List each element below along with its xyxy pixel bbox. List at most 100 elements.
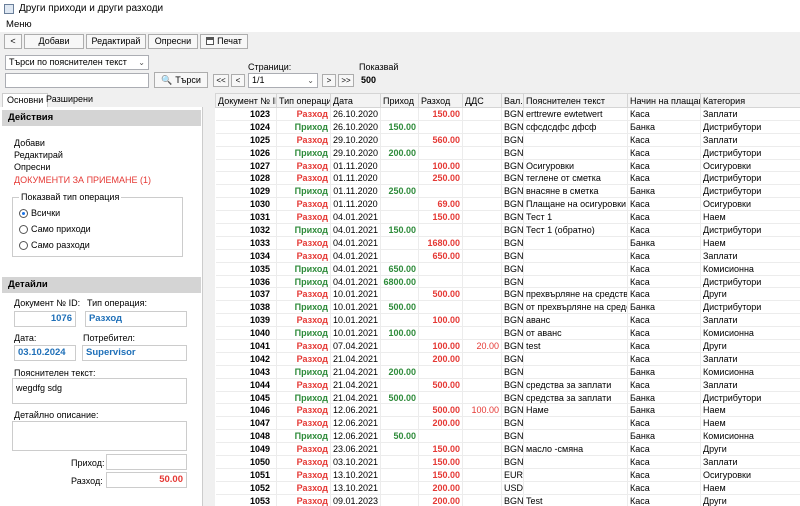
cell-op-type: Разход <box>276 494 331 506</box>
cell-date: 10.01.2021 <box>330 287 381 302</box>
table-row[interactable]: 1032 Приход 04.01.2021 150.00 BGN Тест 1 (обр… <box>215 223 800 237</box>
next-page-button[interactable]: > <box>322 74 336 87</box>
edit-button[interactable]: Редактирай <box>86 33 146 49</box>
menu-item-menu[interactable]: Меню <box>6 19 32 30</box>
action-edit-link[interactable]: Редактирай <box>14 150 63 160</box>
cell-vat <box>462 416 502 431</box>
filter-all-radio[interactable]: Всички <box>19 208 60 218</box>
table-row[interactable]: 1030 Разход 01.11.2020 69.00 BGN Плащане на о… <box>215 197 800 212</box>
table-row[interactable]: 1035 Приход 04.01.2021 650.00 BGN Каса Комисио… <box>215 262 800 276</box>
column-header[interactable]: Документ № ID <box>215 93 277 108</box>
table-row[interactable]: 1044 Разход 21.04.2021 500.00 BGN средства за… <box>215 378 800 392</box>
cell-op-type: Разход <box>276 352 331 366</box>
table-row[interactable]: 1025 Разход 29.10.2020 560.00 BGN Каса Заплати <box>215 133 800 147</box>
prev-page-button[interactable]: < <box>231 74 245 87</box>
cell-note <box>523 249 628 263</box>
table-row[interactable]: 1037 Разход 10.01.2021 500.00 BGN прехвърляне… <box>215 287 800 302</box>
op-type-field[interactable]: Разход <box>85 311 187 327</box>
column-header[interactable]: Вал. <box>501 93 524 108</box>
show-count-value[interactable]: 500 <box>361 75 376 85</box>
cell-currency: BGN <box>501 171 524 186</box>
details-header: Детайли <box>2 277 201 293</box>
documents-pending-link[interactable]: ДОКУМЕНТИ ЗА ПРИЕМАНЕ (1) <box>14 175 151 185</box>
cell-op-type: Разход <box>276 249 331 263</box>
table-row[interactable]: 1043 Приход 21.04.2021 200.00 BGN Банка Комиси… <box>215 365 800 379</box>
tab-extended[interactable]: Разширени <box>42 93 97 107</box>
table-row[interactable]: 1040 Приход 10.01.2021 100.00 BGN от аванс Кас… <box>215 326 800 341</box>
cell-note <box>523 365 628 379</box>
column-header[interactable]: ДДС <box>462 93 502 108</box>
cell-vat <box>462 120 502 134</box>
cell-payment-method: Каса <box>627 146 701 160</box>
expense-field[interactable]: 50.00 <box>106 472 187 488</box>
column-header[interactable]: Начин на плащане <box>627 93 701 108</box>
print-button[interactable]: Печат <box>200 33 248 49</box>
column-header[interactable]: Приход <box>380 93 419 108</box>
cell-payment-method: Банка <box>627 236 701 250</box>
first-page-button[interactable]: << <box>213 74 229 87</box>
action-add-link[interactable]: Добави <box>14 138 45 148</box>
filter-expense-radio[interactable]: Само разходи <box>19 240 90 250</box>
cell-vat <box>462 184 502 199</box>
cell-op-type: Приход <box>276 146 331 160</box>
column-header[interactable]: Разход <box>418 93 463 108</box>
cell-currency: BGN <box>501 313 524 328</box>
cell-income <box>380 352 419 366</box>
table-row[interactable]: 1029 Приход 01.11.2020 250.00 BGN внасяне в с… <box>215 184 800 199</box>
table-row[interactable]: 1031 Разход 04.01.2021 150.00 BGN Тест 1 Каса Н… <box>215 210 800 225</box>
table-row[interactable]: 1041 Разход 07.04.2021 100.00 20.00 BGN test Ка… <box>215 339 800 353</box>
page-select[interactable]: 1/1 ⌄ <box>248 73 318 88</box>
table-row[interactable]: 1039 Разход 10.01.2021 100.00 BGN аванс Каса За… <box>215 313 800 328</box>
table-row[interactable]: 1026 Приход 29.10.2020 200.00 BGN Каса Дистриб… <box>215 146 800 160</box>
doc-id-field[interactable]: 1076 <box>14 311 76 327</box>
table-row[interactable]: 1046 Разход 12.06.2021 500.00 100.00 BGN Наме Б… <box>215 403 800 418</box>
pages-label: Страници: <box>248 62 292 72</box>
table-row[interactable]: 1053 Разход 09.01.2023 200.00 BGN Test Каса Дру… <box>215 494 800 506</box>
income-field[interactable] <box>106 454 187 470</box>
cell-expense: 500.00 <box>418 403 463 418</box>
cell-currency: BGN <box>501 403 524 418</box>
table-row[interactable]: 1024 Приход 26.10.2020 150.00 BGN сфсдсдфс дф… <box>215 120 800 134</box>
table-row[interactable]: 1042 Разход 21.04.2021 200.00 BGN Каса Заплати <box>215 352 800 366</box>
date-field[interactable]: 03.10.2024 <box>14 345 76 361</box>
last-page-button[interactable]: >> <box>338 74 354 87</box>
search-mode-select[interactable]: Търси по пояснителен текст ⌄ <box>5 55 149 70</box>
cell-category: Дистрибутори <box>700 275 800 289</box>
cell-payment-method: Каса <box>627 352 701 366</box>
table-row[interactable]: 1047 Разход 12.06.2021 200.00 BGN Каса Наем <box>215 416 800 431</box>
table-row[interactable]: 1049 Разход 23.06.2021 150.00 BGN масло -смян… <box>215 442 800 457</box>
user-field[interactable]: Supervisor <box>82 345 187 361</box>
column-header[interactable]: Дата <box>330 93 381 108</box>
cell-note: Наме <box>523 403 628 418</box>
column-header[interactable]: Пояснителен текст <box>523 93 628 108</box>
note-field[interactable]: wegdfg sdg <box>12 378 187 404</box>
table-row[interactable]: 1052 Разход 13.10.2021 200.00 USD Каса Наем <box>215 481 800 495</box>
search-input[interactable] <box>5 73 149 88</box>
table-row[interactable]: 1036 Приход 04.01.2021 6800.00 BGN Каса Дистри… <box>215 275 800 289</box>
table-row[interactable]: 1051 Разход 13.10.2021 150.00 EUR Каса Осигуро… <box>215 468 800 482</box>
cell-note: Тест 1 <box>523 210 628 225</box>
table-row[interactable]: 1045 Приход 21.04.2021 500.00 BGN средства за… <box>215 391 800 405</box>
search-button[interactable]: 🔍 Търси <box>154 72 208 88</box>
table-row[interactable]: 1033 Разход 04.01.2021 1680.00 BGN Банка Наем <box>215 236 800 250</box>
table-row[interactable]: 1034 Разход 04.01.2021 650.00 BGN Каса Заплати <box>215 249 800 263</box>
cell-expense <box>418 429 463 444</box>
description-field[interactable] <box>12 421 187 451</box>
table-row[interactable]: 1023 Разход 26.10.2020 150.00 BGN erttrewre e… <box>215 107 800 121</box>
cell-vat: 20.00 <box>462 339 502 353</box>
column-header[interactable]: Категория <box>700 93 800 108</box>
table-row[interactable]: 1028 Разход 01.11.2020 250.00 BGN теглене от … <box>215 171 800 186</box>
add-button[interactable]: Добави <box>24 33 84 49</box>
table-row[interactable]: 1027 Разход 01.11.2020 100.00 BGN Осигуровки К… <box>215 159 800 173</box>
cell-income <box>380 494 419 506</box>
back-button[interactable]: < <box>4 33 22 49</box>
column-header[interactable]: Тип операция <box>276 93 331 108</box>
table-row[interactable]: 1048 Приход 12.06.2021 50.00 BGN Банка Комисио… <box>215 429 800 444</box>
table-row[interactable]: 1050 Разход 03.10.2021 150.00 BGN Каса Заплати <box>215 455 800 469</box>
cell-doc-id: 1034 <box>215 249 277 263</box>
refresh-button[interactable]: Опресни <box>148 33 198 49</box>
table-row[interactable]: 1038 Приход 10.01.2021 500.00 BGN от прехвърл… <box>215 300 800 315</box>
filter-income-radio[interactable]: Само приходи <box>19 224 91 234</box>
cell-payment-method: Каса <box>627 378 701 392</box>
action-refresh-link[interactable]: Опресни <box>14 162 50 172</box>
